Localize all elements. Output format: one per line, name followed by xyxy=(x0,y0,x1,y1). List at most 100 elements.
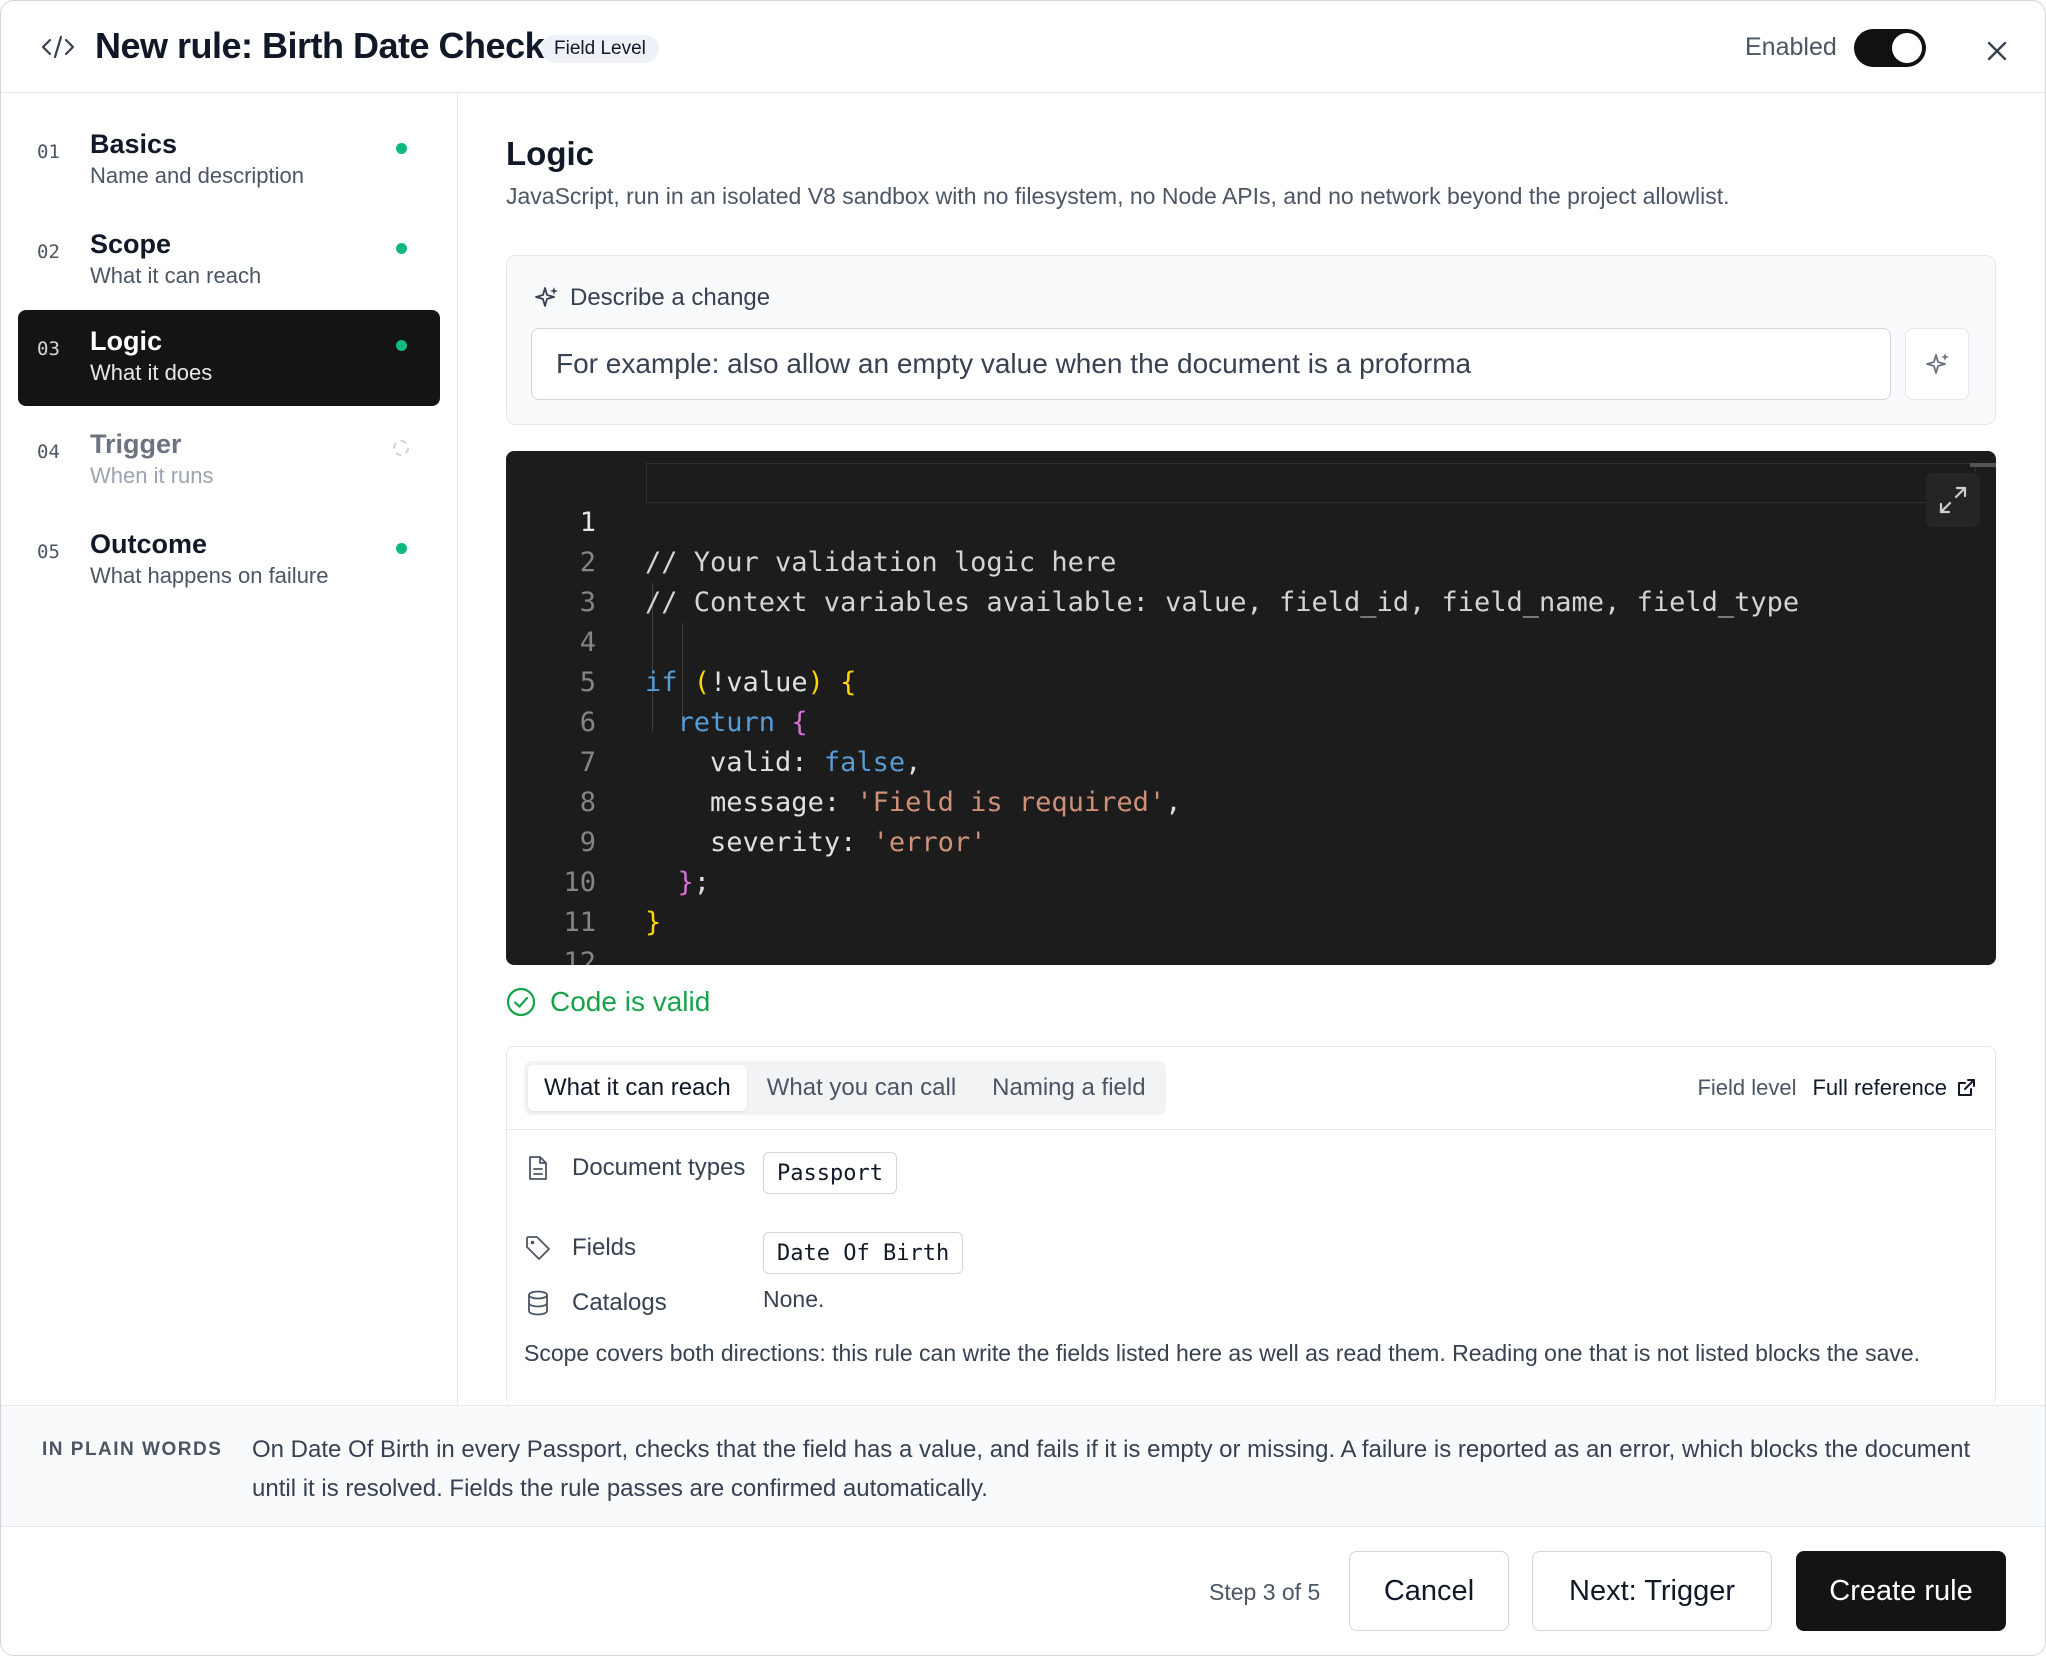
code-line: 8 severity: 'error' xyxy=(506,743,987,858)
describe-change-label: Describe a change xyxy=(534,284,770,312)
document-icon xyxy=(529,1156,547,1180)
external-link-icon xyxy=(1958,1079,1975,1096)
step-subtitle: When it runs xyxy=(90,463,214,488)
describe-change-input[interactable] xyxy=(531,328,1891,400)
step-title: Outcome xyxy=(90,529,208,559)
code-line: 9 }; xyxy=(506,783,710,898)
code-text: return { xyxy=(677,707,808,738)
code-line: 10 } xyxy=(506,823,661,938)
next-trigger-button[interactable]: Next: Trigger xyxy=(1532,1551,1772,1631)
code-line: 1 // Your validation logic here xyxy=(506,463,1117,578)
step-number: 02 xyxy=(37,241,60,263)
code-line: 12 return { valid: true }; xyxy=(506,903,636,965)
step-subtitle: Name and description xyxy=(90,163,305,188)
expand-icon xyxy=(1939,486,1967,514)
dialog-footer: Step 3 of 5 Cancel Next: Trigger Create … xyxy=(1,1527,2045,1655)
validation-text: Code is valid xyxy=(550,986,711,1017)
step-title: Scope xyxy=(90,229,172,259)
plain-words-label: IN PLAIN WORDS xyxy=(42,1439,223,1460)
enabled-label: Enabled xyxy=(1745,33,1837,61)
code-validation-status: Code is valid xyxy=(506,986,710,1018)
step-title: Logic xyxy=(90,326,162,356)
reference-meta: Field level Full reference xyxy=(1697,1075,1977,1101)
code-text: // Your validation logic here xyxy=(645,547,1117,578)
current-line-highlight xyxy=(646,463,1976,503)
cancel-button[interactable]: Cancel xyxy=(1349,1551,1509,1631)
expand-editor-button[interactable] xyxy=(1926,473,1980,527)
code-line: 5 return { xyxy=(506,623,808,738)
toggle-knob xyxy=(1892,33,1922,63)
sparkles-icon xyxy=(535,287,558,307)
line-number: 12 xyxy=(563,947,596,965)
step-title: Basics xyxy=(90,129,178,159)
dialog-title: New rule: Birth Date Check xyxy=(95,25,545,66)
code-text: if (!value) { xyxy=(645,667,857,698)
step-logic[interactable]: 03 Logic What it does xyxy=(18,310,440,406)
tab-naming-a-field[interactable]: Naming a field xyxy=(976,1065,1161,1111)
close-icon[interactable] xyxy=(1981,35,2013,67)
describe-change-box: Describe a change xyxy=(506,255,1996,425)
new-rule-dialog: New rule: Birth Date Check Field Level E… xyxy=(0,0,2046,1656)
pending-status-icon xyxy=(393,440,409,456)
section-title: Logic xyxy=(506,135,594,172)
code-editor[interactable]: 1 // Your validation logic here 2 // Con… xyxy=(506,451,1996,965)
tab-what-it-can-reach[interactable]: What it can reach xyxy=(528,1065,747,1111)
plain-words-text: On Date Of Birth in every Passport, chec… xyxy=(252,1436,1971,1502)
plain-words-summary: IN PLAIN WORDS On Date Of Birth in every… xyxy=(1,1405,2045,1527)
code-line: 4 if (!value) { xyxy=(506,583,857,698)
step-indicator: Step 3 of 5 xyxy=(1209,1579,1321,1605)
code-text: severity: 'error' xyxy=(710,827,987,858)
step-subtitle: What it does xyxy=(90,360,213,385)
full-reference-link[interactable]: Full reference xyxy=(1812,1075,1977,1101)
code-line: 11 xyxy=(506,863,636,938)
code-text: message: 'Field is required', xyxy=(710,787,1182,818)
document-types-label: Document types xyxy=(572,1154,746,1181)
create-rule-button[interactable]: Create rule xyxy=(1796,1551,2006,1631)
step-number: 04 xyxy=(37,441,60,463)
dialog-header: New rule: Birth Date Check Field Level E… xyxy=(1,1,2045,93)
step-number: 01 xyxy=(37,141,60,163)
step-subtitle: What it can reach xyxy=(90,263,262,288)
editor-scrollbar[interactable] xyxy=(1970,463,1996,467)
complete-status-dot xyxy=(396,243,407,254)
check-circle-icon xyxy=(506,987,536,1017)
tab-what-you-can-call[interactable]: What you can call xyxy=(751,1065,972,1111)
code-line: 2 // Context variables available: value,… xyxy=(506,503,1799,618)
field-chip: Date Of Birth xyxy=(763,1232,964,1274)
steps-sidebar: 01 Basics Name and description 02 Scope … xyxy=(1,93,458,1405)
catalogs-label: Catalogs xyxy=(572,1289,667,1316)
complete-status-dot xyxy=(396,143,407,154)
code-text: // Context variables available: value, f… xyxy=(645,587,1800,618)
code-line: 3 xyxy=(506,543,636,618)
code-icon xyxy=(41,35,75,59)
rule-level-text: Field level xyxy=(1697,1075,1797,1100)
code-line: 7 message: 'Field is required', xyxy=(506,703,1182,818)
catalogs-value: None. xyxy=(763,1286,825,1312)
step-number: 05 xyxy=(37,541,60,563)
code-text: valid: false, xyxy=(710,747,922,778)
generate-change-button[interactable] xyxy=(1905,328,1969,400)
step-title: Trigger xyxy=(90,429,182,459)
document-types-row: Document types Passport xyxy=(524,1152,897,1194)
fields-row: Fields Date Of Birth xyxy=(524,1232,964,1274)
step-subtitle: What happens on failure xyxy=(90,563,329,588)
complete-status-dot xyxy=(396,340,407,351)
step-trigger[interactable]: 04 Trigger When it runs xyxy=(18,413,440,509)
fields-label: Fields xyxy=(572,1234,637,1261)
document-type-chip: Passport xyxy=(763,1152,897,1194)
database-icon xyxy=(528,1290,548,1316)
code-text: } xyxy=(645,907,662,938)
code-text: }; xyxy=(677,867,711,898)
step-basics[interactable]: 01 Basics Name and description xyxy=(18,113,440,209)
catalogs-row: Catalogs None. xyxy=(524,1286,824,1319)
enabled-toggle[interactable] xyxy=(1854,29,1926,67)
full-reference-label: Full reference xyxy=(1812,1075,1947,1100)
divider xyxy=(507,1129,1995,1130)
code-line: 6 valid: false, xyxy=(506,663,922,778)
tag-icon xyxy=(526,1236,550,1260)
step-number: 03 xyxy=(37,338,60,360)
step-outcome[interactable]: 05 Outcome What happens on failure xyxy=(18,513,440,609)
step-scope[interactable]: 02 Scope What it can reach xyxy=(18,213,440,309)
rule-level-badge: Field Level xyxy=(541,35,659,63)
logic-panel: Logic JavaScript, run in an isolated V8 … xyxy=(459,93,2045,1406)
